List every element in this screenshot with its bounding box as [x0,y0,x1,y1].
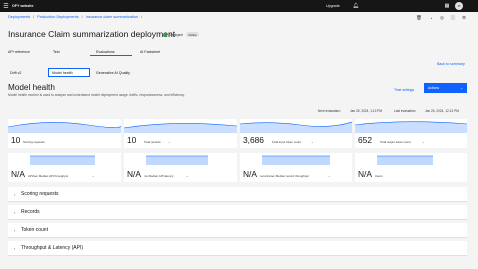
section-title: Model health [8,83,55,92]
chevron-right-icon: › [14,245,16,251]
subtab-drift[interactable]: Drift v2 [10,71,21,75]
breadcrumb-separator: / [81,15,83,19]
brand-name[interactable]: OFY website [12,4,34,8]
metric-value: N/A [11,169,25,179]
metric-value: N/A [243,169,257,179]
page-title: Insurance Claim summarization deployment [8,29,176,39]
metric-card-api-throughput[interactable]: N/A API/sec Median API throughput ⌄ [8,153,121,182]
avatar[interactable]: JT [455,2,463,10]
next-evaluation-label: Next evaluation: [318,109,341,113]
section-description: Model health monitor is used to analyze … [8,93,185,97]
main-tabs: API reference Test Evaluations AI Factsh… [8,48,178,56]
tab-evaluations[interactable]: Evaluations [96,50,115,54]
metric-card-api-latency[interactable]: N/A ms Median API latency ⌄ [124,153,237,182]
upgrade-link[interactable]: Upgrade [326,4,340,8]
tab-ai-factsheet[interactable]: AI Factsheet [140,50,160,54]
accordion-title: Records [21,209,40,215]
menu-icon[interactable]: ☰ [0,0,12,12]
accordion-token-count[interactable]: › Token count [8,223,467,238]
metric-label: API/sec Median API throughput [28,174,69,178]
chevron-down-icon: ⌄ [422,140,425,144]
accordion-title: Throughput & Latency (API) [21,245,83,251]
accordion-records[interactable]: › Records [8,205,467,220]
subtab-model-health[interactable]: Model health [52,71,73,75]
chevron-down-icon: ⌄ [186,174,189,178]
status-label: Deployed [169,32,183,37]
metric-value: 3,686 [243,135,264,145]
actions-label: Actions [428,86,440,90]
switcher-icon[interactable]: ▦ [443,2,451,10]
back-to-summary-link[interactable]: Back to summary [437,62,465,66]
last-evaluation-label: Last evaluation: [394,109,417,113]
chevron-down-icon: ⌄ [328,174,331,178]
next-evaluation-value: Jan 25, 2024, 1:13 PM [350,109,383,113]
top-nav-bar: ☰ OFY website Upgrade 🔔︎ ▦ JT [0,0,478,12]
metric-label: Scoring requests [23,140,45,144]
chevron-right-icon: › [14,191,16,197]
metric-label: Total output token count [380,140,411,144]
last-evaluation-value: Jan 25, 2024, 12:13 PM [425,109,459,113]
area-chart [124,123,237,133]
metric-label: records/sec Median record throughput [260,174,309,178]
metric-card-input-tokens[interactable]: 3,686 Total input token count ⌄ [240,119,352,148]
time-settings-link[interactable]: Time settings [394,88,414,92]
tab-api-reference[interactable]: API reference [8,50,30,54]
status-dot-icon [163,32,167,37]
active-tab-indicator [90,55,132,56]
chevron-right-icon: › [14,209,16,215]
metric-label: Total input token count [272,140,301,144]
actions-button[interactable]: Actions ⌄ [424,83,467,93]
metric-value: 652 [358,135,372,145]
metric-label: ms Median API latency [144,174,174,178]
tab-test[interactable]: Test [53,50,60,54]
metric-value: N/A [358,169,372,179]
breadcrumb-separator: / [33,15,35,19]
breadcrumb: Deployments / Production Deployments / I… [8,15,142,19]
metric-card-users[interactable]: N/A Users [355,153,467,182]
metric-card-total-records[interactable]: 10 Total records ⌄ [124,119,237,148]
metric-value: 10 [127,135,137,145]
history-icon[interactable]: ◔ [427,14,435,22]
metric-label: Total records [144,140,161,144]
breadcrumb-deployments[interactable]: Deployments [8,15,30,19]
accordion-title: Token count [21,227,48,233]
chevron-down-icon: ⌄ [460,86,463,90]
view-icon[interactable]: ◎ [438,14,446,22]
subtab-generative-ai-quality[interactable]: Generative AI Quality [96,71,130,75]
breadcrumb-current[interactable]: Insurance claim summarization [86,15,138,19]
metric-card-record-throughput[interactable]: N/A records/sec Median record throughput… [240,153,352,182]
metric-value: N/A [127,169,141,179]
metric-value: 10 [11,135,21,145]
accordion-throughput-latency[interactable]: › Throughput & Latency (API) [8,241,467,256]
status-badge: Online [186,32,199,37]
accordion-title: Scoring requests [21,191,59,197]
info-icon[interactable]: ⓘ [449,14,457,22]
metric-label: Users [375,174,383,178]
chevron-down-icon: ⌄ [92,174,95,178]
chevron-down-icon: ⌄ [168,140,171,144]
settings-icon[interactable]: ⚙ [460,14,468,22]
bell-icon[interactable]: 🔔︎ [352,2,360,10]
metric-card-scoring-requests[interactable]: 10 Scoring requests [8,119,121,148]
breadcrumb-production-deployments[interactable]: Production Deployments [37,15,78,19]
chevron-down-icon: ⌄ [311,140,314,144]
breadcrumb-separator: / [141,15,143,19]
metric-card-output-tokens[interactable]: 652 Total output token count ⌄ [355,119,467,148]
status-indicator: Deployed Online [163,32,199,37]
chevron-right-icon: › [14,227,16,233]
accordion-scoring-requests[interactable]: › Scoring requests [8,187,467,202]
delete-icon[interactable]: 🗑︎ [415,14,423,22]
